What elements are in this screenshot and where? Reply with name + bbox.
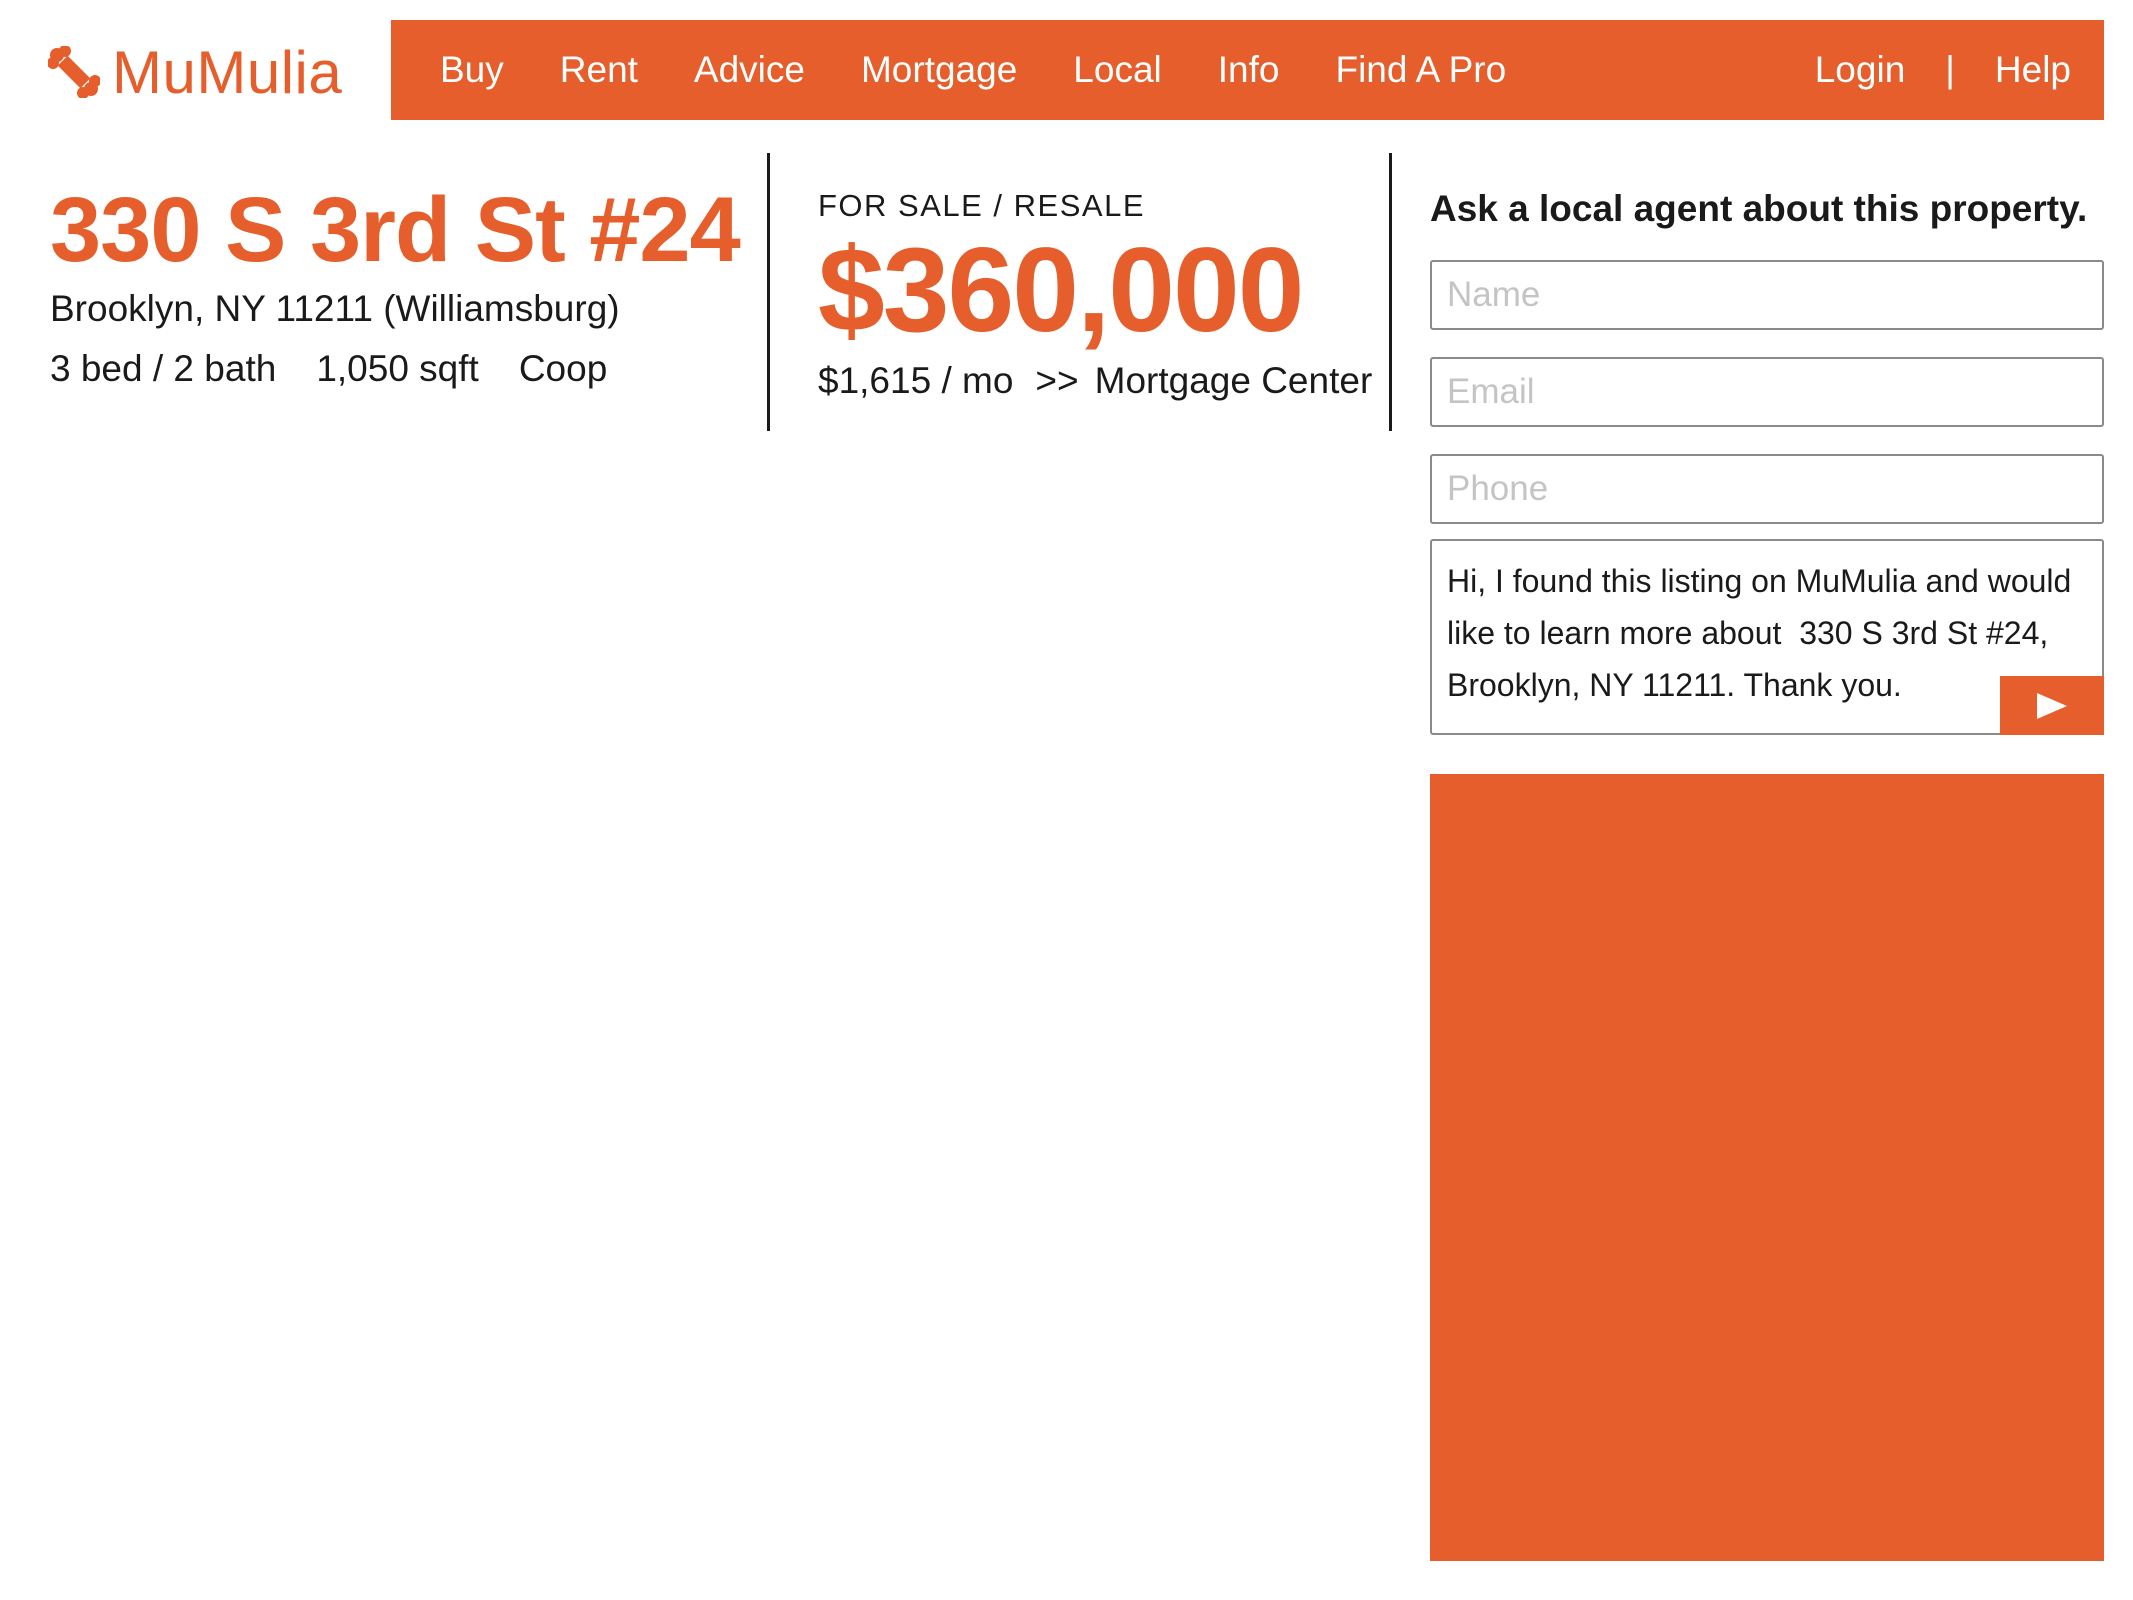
listing-summary: 330 S 3rd St #24 Brooklyn, NY 11211 (Wil… bbox=[50, 180, 750, 390]
mortgage-center-link[interactable]: Mortgage Center bbox=[1095, 360, 1373, 401]
beds-baths: 3 bed / 2 bath bbox=[50, 348, 277, 389]
contact-agent-form: Ask a local agent about this property. H… bbox=[1430, 188, 2104, 735]
help-link[interactable]: Help bbox=[1995, 49, 2071, 91]
double-chevron-icon: >> bbox=[1035, 360, 1079, 401]
nav-info[interactable]: Info bbox=[1218, 49, 1280, 91]
message-wrapper: Hi, I found this listing on MuMulia and … bbox=[1430, 539, 2104, 735]
monthly-payment: $1,615 / mo bbox=[818, 360, 1014, 401]
nav-buy[interactable]: Buy bbox=[440, 49, 504, 91]
nav-separator: | bbox=[1945, 49, 1955, 90]
divider-left bbox=[767, 153, 770, 431]
contact-heading: Ask a local agent about this property. bbox=[1430, 188, 2088, 229]
brand-name: MuMulia bbox=[112, 38, 343, 106]
price-summary: FOR SALE / RESALE $360,000 $1,615 / mo >>… bbox=[818, 188, 1378, 402]
divider-right bbox=[1389, 153, 1392, 431]
monthly-payment-row: $1,615 / mo >> Mortgage Center bbox=[818, 360, 1378, 402]
account-links: Login | Help bbox=[1815, 49, 2071, 91]
name-field[interactable] bbox=[1430, 260, 2104, 330]
square-footage: 1,050 sqft bbox=[316, 348, 479, 389]
login-link[interactable]: Login bbox=[1815, 49, 1906, 91]
logo[interactable]: MuMulia bbox=[48, 36, 342, 108]
page: MuMulia Buy Rent Advice Mortgage Local I… bbox=[0, 0, 2133, 1600]
email-field[interactable] bbox=[1430, 357, 2104, 427]
nav-mortgage[interactable]: Mortgage bbox=[861, 49, 1017, 91]
nav-rent[interactable]: Rent bbox=[560, 49, 638, 91]
listing-price: $360,000 bbox=[818, 223, 1305, 357]
play-arrow-icon bbox=[2037, 692, 2067, 719]
ad-placeholder bbox=[1430, 774, 2104, 1561]
sale-type: FOR SALE / RESALE bbox=[818, 188, 1145, 223]
nav-links: Buy Rent Advice Mortgage Local Info Find… bbox=[440, 49, 1562, 91]
property-type: Coop bbox=[518, 348, 608, 389]
listing-city-line: Brooklyn, NY 11211 (Williamsburg) bbox=[50, 288, 620, 329]
nav-advice[interactable]: Advice bbox=[694, 49, 805, 91]
bone-icon bbox=[48, 46, 100, 98]
nav-find-a-pro[interactable]: Find A Pro bbox=[1335, 49, 1506, 91]
send-button[interactable] bbox=[2000, 676, 2104, 735]
phone-field[interactable] bbox=[1430, 454, 2104, 524]
listing-facts: 3 bed / 2 bath 1,050 sqft Coop bbox=[50, 348, 750, 390]
nav-local[interactable]: Local bbox=[1073, 49, 1161, 91]
listing-address: 330 S 3rd St #24 bbox=[50, 179, 741, 281]
top-nav: Buy Rent Advice Mortgage Local Info Find… bbox=[391, 20, 2104, 120]
